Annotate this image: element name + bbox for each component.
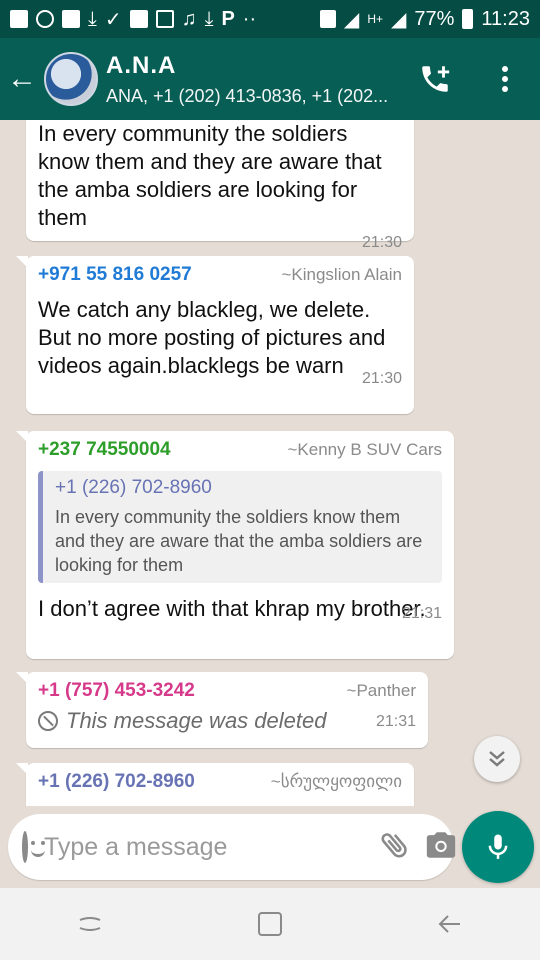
group-participants: ANA, +1 (202) 413-0836, +1 (202... (106, 85, 389, 106)
compose-bar (8, 814, 456, 880)
battery-level: 77% (414, 7, 455, 30)
camera-button[interactable] (424, 828, 458, 867)
message-list[interactable]: In every community the soldiers know the… (0, 120, 540, 806)
group-info[interactable]: A.N.A ANA, +1 (202) 413-0836, +1 (202... (106, 52, 400, 107)
message-bubble[interactable]: +971 55 816 0257 ~Kingslion Alain We cat… (16, 256, 414, 414)
notification-icons: ⤓ ✓ ♫ ⤓ P ·· (10, 7, 256, 32)
back-nav-icon (438, 915, 460, 933)
deleted-icon (38, 711, 58, 731)
download-done-icon: ✓ (104, 8, 122, 31)
message-text: I don’t agree with that khrap my brother… (38, 596, 426, 621)
status-bar: ⤓ ✓ ♫ ⤓ P ·· ◢ H+ ◢ 77% 11:23 (0, 0, 540, 38)
sender-phone[interactable]: +971 55 816 0257 (38, 264, 192, 286)
scroll-down-icon (489, 751, 505, 767)
app-icon (129, 10, 148, 28)
sim-icon (319, 10, 336, 28)
message-bubble[interactable]: +1 (226) 702-8960 ~სრულყოფილი (16, 763, 414, 806)
recents-icon (79, 917, 101, 931)
scroll-to-bottom-button[interactable] (474, 736, 520, 782)
deleted-message-text: This message was deleted (66, 708, 327, 733)
home-button[interactable] (240, 904, 300, 944)
quoted-message[interactable]: +1 (226) 702-8960 In every community the… (38, 471, 442, 583)
camera-icon (426, 831, 456, 858)
message-text: In every community the soldiers know the… (38, 121, 382, 230)
message-bubble[interactable]: +237 74550004 ~Kenny B SUV Cars +1 (226)… (16, 431, 454, 659)
attach-button[interactable] (378, 828, 412, 867)
home-icon (258, 912, 282, 936)
notification-icon (10, 10, 28, 28)
voice-message-button[interactable] (462, 811, 534, 883)
signal-icon: ◢ (343, 8, 360, 31)
sender-alias: ~Kingslion Alain (281, 265, 402, 284)
music-icon: ♫ (181, 7, 197, 30)
sender-phone[interactable]: +1 (757) 453-3242 (38, 680, 195, 702)
system-nav-bar (0, 888, 540, 960)
more-options-button[interactable] (470, 65, 540, 93)
message-icon (62, 10, 80, 28)
gallery-icon (155, 10, 174, 28)
recents-button[interactable] (60, 904, 120, 944)
emoji-icon[interactable] (22, 831, 45, 863)
group-title: A.N.A (106, 51, 177, 79)
mic-icon (488, 834, 508, 859)
sender-alias: ~Panther (346, 681, 416, 700)
message-time: 21:31 (375, 713, 416, 730)
quoted-text: In every community the soldiers know the… (55, 507, 423, 575)
battery-icon (462, 9, 474, 29)
more-vert-icon (502, 66, 508, 92)
back-arrow-icon: ← (7, 62, 37, 95)
sender-alias: ~Kenny B SUV Cars (287, 440, 443, 459)
add-call-button[interactable] (400, 62, 470, 96)
add-call-icon (422, 66, 450, 92)
back-nav-button[interactable] (420, 904, 480, 944)
message-time: 21:30 (361, 234, 402, 251)
download-icon-2: ⤓ (204, 7, 214, 30)
sender-alias: ~სრულყოფილი (270, 772, 402, 791)
download-icon: ⤓ (88, 7, 97, 30)
group-avatar[interactable] (44, 52, 98, 106)
sender-phone[interactable]: +1 (226) 702-8960 (38, 771, 195, 793)
network-icon: H+ (367, 12, 383, 26)
clock: 11:23 (481, 7, 530, 30)
quoted-sender: +1 (226) 702-8960 (55, 477, 212, 498)
message-bubble[interactable]: In every community the soldiers know the… (26, 120, 414, 251)
attach-icon (381, 832, 407, 858)
back-button[interactable]: ← (0, 62, 44, 96)
signal-icon-2: ◢ (391, 8, 407, 31)
whatsapp-icon (36, 10, 54, 28)
message-bubble[interactable]: +1 (757) 453-3242 ~Panther This message … (16, 672, 428, 748)
p-icon: P (221, 7, 235, 30)
message-input[interactable] (44, 832, 366, 862)
message-text: We catch any blackleg, we delete. But no… (38, 297, 386, 378)
chat-header: ← A.N.A ANA, +1 (202) 413-0836, +1 (202.… (0, 38, 540, 120)
more-notifications-icon: ·· (242, 7, 257, 30)
sender-phone[interactable]: +237 74550004 (38, 439, 171, 461)
